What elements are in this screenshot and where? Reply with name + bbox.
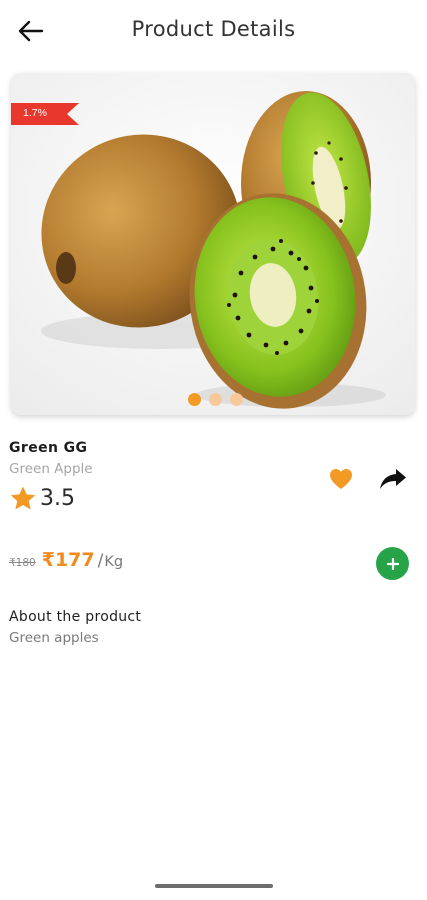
carousel-dots	[2, 393, 427, 406]
favorite-button[interactable]	[327, 465, 355, 493]
carousel-dot-2[interactable]	[209, 393, 222, 406]
discount-badge-text: 1.7%	[23, 107, 47, 119]
product-name: Green GG	[9, 440, 88, 456]
home-indicator[interactable]	[155, 884, 273, 888]
share-button[interactable]	[378, 464, 408, 494]
current-price: ₹177	[41, 549, 95, 571]
page-title: Product Details	[131, 17, 296, 41]
old-price: ₹180	[9, 557, 36, 569]
rating-value: 3.5	[40, 486, 75, 511]
carousel-dot-3[interactable]	[230, 393, 243, 406]
heart-icon	[330, 469, 352, 489]
discount-badge: 1.7%	[11, 103, 79, 125]
product-image-card[interactable]: 1.7%	[11, 73, 415, 415]
add-to-cart-button[interactable]	[376, 547, 409, 580]
about-title: About the product	[9, 609, 142, 625]
plus-icon	[386, 557, 399, 570]
rating: 3.5	[9, 485, 75, 512]
price-unit: Kg	[104, 554, 124, 570]
carousel-dot-1[interactable]	[188, 393, 201, 406]
price-row: ₹180 ₹177 / Kg	[9, 549, 123, 571]
star-icon	[10, 486, 36, 510]
product-details-screen: Product Details 1.7% Green GG Green Appl…	[0, 0, 427, 900]
share-icon	[380, 469, 406, 489]
about-text: Green apples	[9, 630, 99, 646]
unit-separator: /	[97, 551, 104, 571]
product-variety: Green Apple	[9, 461, 93, 477]
top-bar: Product Details	[0, 0, 427, 64]
